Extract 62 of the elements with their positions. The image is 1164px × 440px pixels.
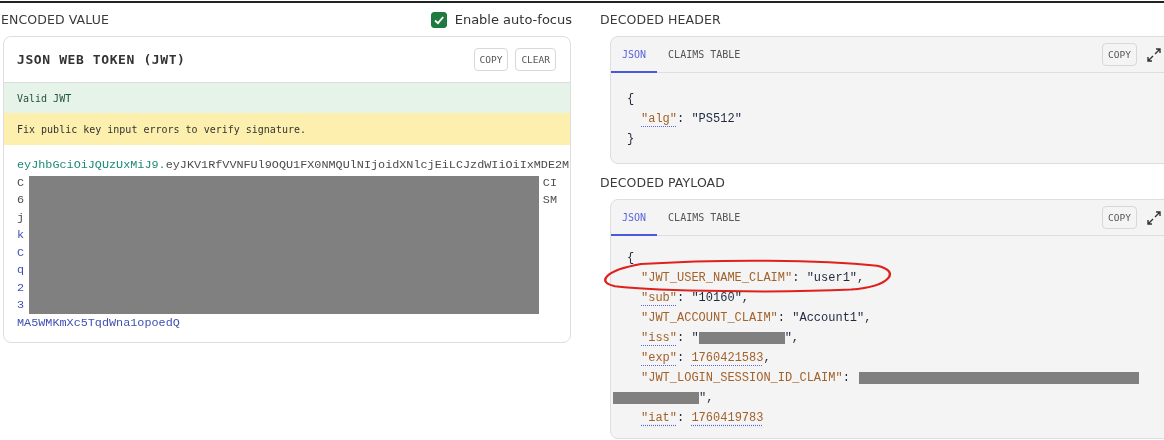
json-punctuation: ", [784,330,800,347]
token-text: j [17,209,25,227]
panel-title: JSON WEB TOKEN (JWT) [17,52,186,67]
copy-button[interactable]: COPY [1102,206,1137,229]
json-punctuation: , [857,270,865,287]
panel-button[interactable]: CLEAR [515,48,556,71]
claim-key: "sub" [641,288,677,308]
tab[interactable]: JSON [611,200,658,236]
copy-button[interactable]: COPY [1102,43,1137,66]
claim-key: "JWT_USER_NAME_CLAIM" [641,268,793,288]
json-punctuation: } [627,131,635,148]
tab[interactable]: CLAIMS TABLE [657,200,752,236]
json-punctuation: ", [699,390,714,407]
token-text: C [17,244,25,262]
token-text: MA5WMKmXc5TqdWna1opoedQ [17,314,180,332]
claim-value: "user1" [806,270,858,287]
json-punctuation: : [677,350,686,367]
tab[interactable]: JSON [611,37,658,73]
json-punctuation: , [864,310,872,327]
section-title: ENCODED VALUE [1,12,109,27]
json-punctuation: : " [677,330,699,347]
claim-key: "exp" [641,348,677,368]
claim-value: 1760419783 [691,410,764,427]
token-text: eyJKV1RfVVNFUl9OQU1FX0NMQUlNIjoidXNlcjEiLCJzdWIiOiIxMDE2M [165,157,570,174]
checkbox-label: Enable auto-focus [454,12,572,27]
claim-key: "iat" [641,408,677,428]
section-title: DECODED PAYLOAD [600,175,725,190]
json-punctuation: : [792,270,801,287]
claim-key: "iss" [641,328,677,348]
token-text: SM [542,192,557,209]
token-text: 6 [17,192,25,209]
claim-value: "PS512" [691,111,742,128]
json-punctuation: { [627,250,635,267]
expand-icon[interactable] [1147,210,1161,225]
checkbox[interactable] [430,11,447,28]
expand-icon[interactable] [1147,47,1161,62]
section-title: DECODED HEADER [600,12,721,27]
tab[interactable]: CLAIMS TABLE [657,37,752,73]
json-punctuation: : [677,410,686,427]
status-message: Valid JWT [4,83,570,113]
json-punctuation: , [763,350,771,367]
token-text: 2 [17,279,25,297]
token-text: CI [542,174,557,192]
json-punctuation: : [842,370,851,387]
token-text: q [17,262,25,279]
token-text: eyJhbGciOiJQUzUxMiJ9. [17,157,166,174]
token-text: k [17,227,25,244]
claim-key: "alg" [641,109,677,129]
json-punctuation: { [627,91,635,108]
claim-key: "JWT_ACCOUNT_CLAIM" [641,308,778,328]
claim-value: 1760421583 [691,350,764,367]
json-punctuation: : [677,111,686,128]
json-punctuation: , [741,290,750,307]
panel-button[interactable]: COPY [473,48,509,71]
token-text: 3 [17,297,25,314]
json-punctuation: : [677,290,686,307]
claim-value: "10160" [691,290,742,307]
claim-key: "JWT_LOGIN_SESSION_ID_CLAIM" [641,368,843,388]
token-text: C [17,174,25,192]
json-punctuation: : [777,310,787,327]
claim-value: "Account1" [792,310,865,327]
warning-message: Fix public key input errors to verify signature. [4,113,570,145]
